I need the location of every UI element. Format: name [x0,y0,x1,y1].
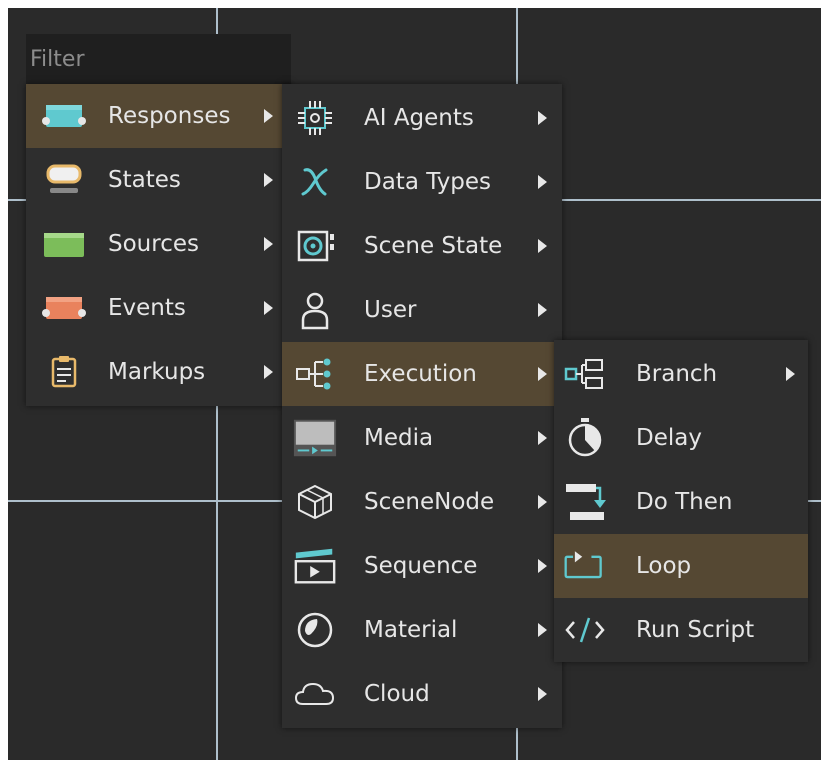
loop-icon [562,544,608,588]
responses-submenu: AI Agents Data Types Scene State User Ex… [282,84,562,728]
sources-node-icon [40,224,88,264]
menu-item-sequence[interactable]: Sequence [282,534,562,598]
submenu-arrow-icon [264,237,273,251]
menu-item-label: Sources [108,231,199,257]
scene-state-icon [292,224,338,268]
menu-item-label: States [108,167,181,193]
menu-item-label: Scene State [364,233,503,259]
menu-item-delay[interactable]: Delay [554,406,808,470]
menu-item-events[interactable]: Events [26,276,292,340]
menu-item-loop[interactable]: Loop [554,534,808,598]
menu-item-ai-agents[interactable]: AI Agents [282,86,562,150]
submenu-arrow-icon [786,367,795,381]
menu-item-scene-state[interactable]: Scene State [282,214,562,278]
menu-item-label: Sequence [364,553,478,579]
submenu-arrow-icon [264,301,273,315]
menu-item-label: Execution [364,361,477,387]
menu-item-label: Responses [108,103,231,129]
events-node-icon [40,288,88,328]
menu-item-cloud[interactable]: Cloud [282,662,562,726]
menu-item-data-types[interactable]: Data Types [282,150,562,214]
submenu-arrow-icon [538,111,547,125]
media-player-icon [292,416,338,460]
submenu-arrow-icon [538,431,547,445]
responses-node-icon [40,96,88,136]
filter-input[interactable] [26,34,291,84]
menu-item-run-script[interactable]: Run Script [554,598,808,662]
node-category-menu: Responses States Sources Events Markups [26,84,292,406]
user-icon [292,288,338,332]
branch-icon [562,352,608,396]
menu-item-do-then[interactable]: Do Then [554,470,808,534]
material-sphere-icon [292,608,338,652]
menu-item-label: Media [364,425,434,451]
states-node-icon [40,160,88,200]
menu-item-label: Run Script [636,617,755,643]
menu-item-user[interactable]: User [282,278,562,342]
filter-box [26,34,291,84]
submenu-arrow-icon [538,687,547,701]
menu-item-label: User [364,297,417,323]
execution-flow-icon [292,352,338,396]
do-then-icon [562,480,608,524]
cloud-icon [292,672,338,716]
menu-item-responses[interactable]: Responses [26,84,292,148]
menu-item-markups[interactable]: Markups [26,340,292,404]
code-tag-icon [562,608,608,652]
submenu-arrow-icon [264,365,273,379]
chip-icon [292,96,338,140]
clipboard-icon [40,352,88,392]
submenu-arrow-icon [538,367,547,381]
menu-item-label: Do Then [636,489,733,515]
menu-item-material[interactable]: Material [282,598,562,662]
stopwatch-icon [562,416,608,460]
submenu-arrow-icon [538,175,547,189]
menu-item-branch[interactable]: Branch [554,342,808,406]
menu-item-sources[interactable]: Sources [26,212,292,276]
menu-item-label: Loop [636,553,692,579]
cube-icon [292,480,338,524]
menu-item-label: AI Agents [364,105,474,131]
submenu-arrow-icon [264,109,273,123]
menu-item-label: Data Types [364,169,492,195]
menu-item-media[interactable]: Media [282,406,562,470]
submenu-arrow-icon [538,495,547,509]
menu-item-label: Cloud [364,681,430,707]
execution-submenu: Branch Delay Do Then Loop Run Script [554,340,808,662]
variable-x-icon [292,160,338,204]
submenu-arrow-icon [264,173,273,187]
sequence-clapper-icon [292,544,338,588]
menu-item-label: Branch [636,361,718,387]
menu-item-label: SceneNode [364,489,495,515]
submenu-arrow-icon [538,303,547,317]
menu-item-label: Delay [636,425,702,451]
menu-item-states[interactable]: States [26,148,292,212]
menu-item-label: Material [364,617,458,643]
menu-item-label: Markups [108,359,206,385]
menu-item-execution[interactable]: Execution [282,342,562,406]
menu-item-scenenode[interactable]: SceneNode [282,470,562,534]
menu-item-label: Events [108,295,186,321]
submenu-arrow-icon [538,623,547,637]
submenu-arrow-icon [538,559,547,573]
submenu-arrow-icon [538,239,547,253]
